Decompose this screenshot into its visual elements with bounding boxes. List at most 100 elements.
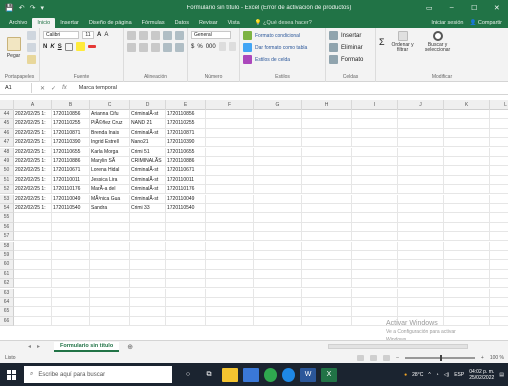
cell[interactable] [206, 241, 254, 251]
cell[interactable]: CRIMINALÃS [130, 157, 166, 167]
volume-icon[interactable]: ◁) [444, 372, 450, 378]
cell[interactable] [302, 288, 352, 298]
cell[interactable]: 2022/02/25 1: [14, 147, 52, 157]
cell[interactable] [14, 316, 52, 327]
cell[interactable] [490, 213, 508, 223]
find-select-button[interactable]: Buscar y seleccionar [421, 31, 455, 53]
cell[interactable] [398, 157, 444, 167]
prev-sheet-icon[interactable]: ◂ [28, 343, 31, 350]
row-header[interactable]: 44 [0, 110, 14, 120]
percent-button[interactable]: % [197, 44, 202, 50]
cell[interactable] [352, 241, 398, 251]
cell[interactable] [490, 232, 508, 242]
cell[interactable] [206, 222, 254, 233]
undo-icon[interactable]: ↶ [19, 4, 25, 12]
normal-view-icon[interactable] [357, 354, 365, 361]
cancel-edit-icon[interactable]: ✕ [40, 85, 45, 92]
cell[interactable]: Arianna Cifu [90, 110, 130, 120]
cell[interactable] [254, 204, 302, 214]
cell[interactable] [352, 251, 398, 261]
cell[interactable]: 2022/02/25 1: [14, 166, 52, 176]
cell[interactable]: 1720110011 [52, 175, 90, 186]
autosum-icon[interactable]: Σ [379, 37, 385, 47]
cell[interactable]: 1720110871 [166, 128, 206, 139]
cell[interactable]: 1720110671 [166, 166, 206, 176]
cell[interactable] [490, 204, 508, 214]
cell[interactable] [490, 185, 508, 195]
cell[interactable] [398, 232, 444, 242]
paste-button[interactable]: Pegar [3, 36, 24, 59]
cell[interactable] [352, 279, 398, 289]
cell[interactable] [352, 269, 398, 280]
tab-diseno-pagina[interactable]: Diseño de página [84, 20, 137, 28]
cell[interactable] [302, 119, 352, 129]
cell[interactable] [302, 298, 352, 308]
cell[interactable] [490, 307, 508, 317]
cell[interactable] [90, 269, 130, 280]
excel-taskbar-icon[interactable]: X [321, 367, 337, 382]
zoom-out-icon[interactable]: – [396, 355, 399, 361]
font-color-icon[interactable] [87, 45, 96, 48]
cell[interactable] [302, 204, 352, 214]
column-header-f[interactable]: F [206, 100, 254, 110]
cell[interactable] [130, 307, 166, 317]
cell[interactable]: NAND 21 [130, 119, 166, 129]
row-header[interactable]: 54 [0, 204, 14, 214]
cell[interactable] [444, 110, 490, 120]
cell[interactable]: 2022/02/25 1: [14, 138, 52, 148]
cell[interactable]: Ingrid Estrell [90, 138, 130, 148]
column-header-e[interactable]: E [166, 100, 206, 110]
cell[interactable] [444, 194, 490, 204]
cell[interactable]: 1720110886 [166, 157, 206, 167]
cell[interactable] [14, 279, 52, 289]
cell[interactable] [254, 185, 302, 195]
tray-chevron-icon[interactable]: ^ [428, 372, 430, 378]
insert-cells-button[interactable]: Insertar [341, 33, 361, 39]
cell[interactable] [352, 119, 398, 129]
cell[interactable] [302, 260, 352, 270]
cell[interactable] [130, 232, 166, 242]
cell[interactable] [90, 232, 130, 242]
tab-vista[interactable]: Vista [223, 20, 245, 28]
cell[interactable] [14, 251, 52, 261]
cell[interactable] [490, 195, 508, 204]
row-header[interactable]: 65 [0, 307, 14, 317]
cell[interactable] [254, 241, 302, 251]
cell[interactable] [254, 175, 302, 186]
cell[interactable] [52, 307, 90, 317]
row-header[interactable]: 59 [0, 251, 14, 261]
sort-filter-button[interactable]: Ordenar y filtrar [388, 31, 418, 53]
cell[interactable] [254, 138, 302, 148]
row-header[interactable]: 48 [0, 147, 14, 157]
cell[interactable] [52, 232, 90, 242]
cell[interactable] [206, 269, 254, 280]
row-header[interactable]: 57 [0, 232, 14, 242]
cell[interactable]: 1720110856 [166, 110, 206, 120]
cell[interactable] [352, 298, 398, 308]
cell[interactable] [490, 242, 508, 251]
cell[interactable] [130, 288, 166, 298]
cell[interactable] [444, 269, 490, 280]
cell[interactable] [52, 251, 90, 261]
cell[interactable]: 1720110176 [166, 185, 206, 195]
task-view-icon[interactable]: ⧉ [201, 368, 217, 382]
copy-icon[interactable] [27, 43, 36, 52]
cell[interactable]: MÃ³nica Gua [90, 194, 130, 204]
cell[interactable] [130, 298, 166, 308]
font-name-select[interactable]: Calibri [43, 31, 79, 39]
fill-color-icon[interactable] [75, 42, 85, 51]
cell[interactable] [302, 241, 352, 251]
delete-cells-button[interactable]: Eliminar [341, 45, 363, 51]
cell[interactable]: Marylin SÃ [90, 157, 130, 167]
word-icon[interactable]: W [300, 367, 316, 382]
cell[interactable] [352, 288, 398, 298]
cell[interactable] [398, 241, 444, 251]
cell[interactable] [254, 279, 302, 289]
cell[interactable] [90, 251, 130, 261]
cell[interactable]: 1720110049 [52, 194, 90, 204]
grow-font-button[interactable]: A [97, 32, 101, 38]
cell[interactable] [302, 316, 352, 327]
column-header-j[interactable]: J [398, 100, 444, 110]
cell[interactable] [206, 175, 254, 186]
column-header-l[interactable]: L [490, 100, 508, 110]
